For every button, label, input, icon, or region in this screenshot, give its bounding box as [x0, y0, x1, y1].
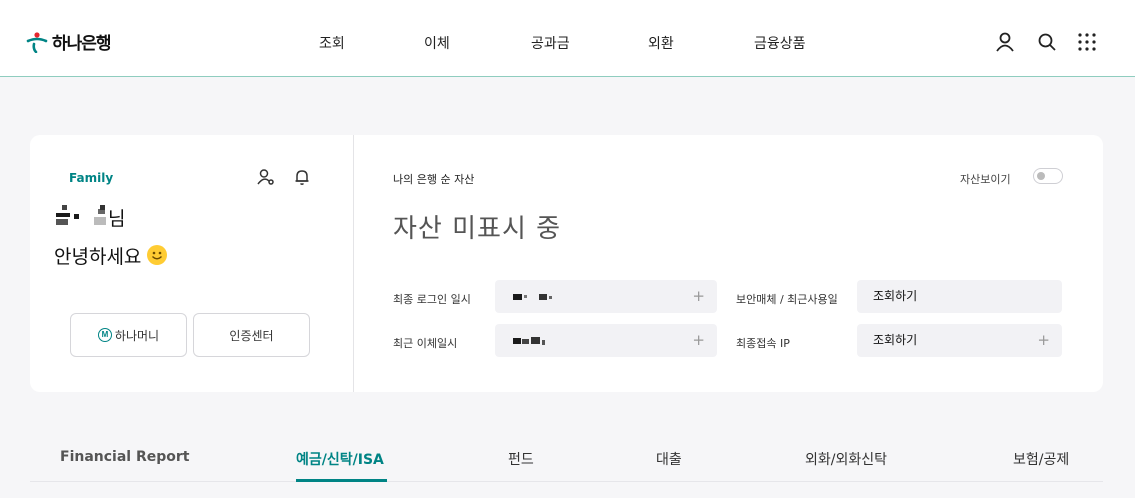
show-assets-toggle[interactable]: [1033, 168, 1063, 184]
security-media-inquiry[interactable]: 조회하기: [873, 289, 917, 303]
main-nav: 조회 이체 공과금 외환 금융상품: [0, 33, 1135, 53]
top-navigation-bar: 하나은행 조회 이체 공과금 외환 금융상품: [0, 0, 1135, 77]
net-asset-value: 자산 미표시 중: [393, 214, 562, 244]
greeting-text: 안녕하세요: [54, 242, 168, 269]
account-summary-card: Family 님 안녕하세요 M 하나머니 인증센터 나의 은행 순 자산 자산…: [30, 135, 1103, 392]
nav-item-products[interactable]: 금융상품: [754, 33, 806, 53]
tab-financial-report[interactable]: Financial Report: [60, 449, 189, 465]
last-transfer-expand-button[interactable]: +: [692, 324, 705, 357]
security-media-label: 보안매체 / 최근사용일: [736, 293, 838, 306]
user-icon[interactable]: [994, 31, 1016, 53]
search-icon[interactable]: [1036, 31, 1058, 53]
last-login-expand-button[interactable]: +: [692, 280, 705, 313]
user-settings-icon[interactable]: [257, 168, 275, 186]
net-asset-label: 나의 은행 순 자산: [393, 173, 475, 186]
last-login-field: +: [495, 280, 717, 313]
cert-center-button[interactable]: 인증센터: [193, 313, 310, 357]
tab-foreign-currency[interactable]: 외화/외화신탁: [805, 449, 887, 469]
cert-center-label: 인증센터: [229, 328, 274, 343]
nav-item-utility[interactable]: 공과금: [531, 33, 570, 53]
last-transfer-label: 최근 이체일시: [393, 337, 458, 350]
grid-menu-icon[interactable]: [1076, 31, 1098, 53]
security-media-field[interactable]: 조회하기: [857, 280, 1062, 313]
greeting-label: 안녕하세요: [54, 246, 142, 268]
last-ip-label: 최종접속 IP: [736, 337, 790, 350]
show-assets-label: 자산보이기: [960, 173, 1011, 186]
nav-item-inquiry[interactable]: 조회: [319, 33, 345, 53]
masked-customer-name: 님: [54, 205, 174, 230]
product-tabs: Financial Report 예금/신탁/ISA 펀드 대출 외화/외화신탁…: [0, 430, 1135, 482]
hana-money-label: 하나머니: [114, 328, 160, 343]
active-tab-indicator: [296, 479, 387, 482]
last-transfer-masked-value: [511, 336, 571, 346]
last-ip-field[interactable]: 조회하기 +: [857, 324, 1062, 357]
tab-fund[interactable]: 펀드: [508, 449, 534, 469]
last-login-label: 최종 로그인 일시: [393, 293, 471, 306]
nav-item-foreign-exchange[interactable]: 외환: [648, 33, 674, 53]
bell-icon[interactable]: [293, 168, 311, 186]
tabs-baseline: [30, 481, 1103, 482]
last-transfer-field: +: [495, 324, 717, 357]
hana-money-icon: M: [97, 328, 112, 342]
tab-loan[interactable]: 대출: [656, 449, 682, 469]
hana-money-button[interactable]: M 하나머니: [70, 313, 187, 357]
card-divider: [353, 135, 354, 392]
tab-insurance[interactable]: 보험/공제: [1013, 449, 1069, 469]
nav-item-transfer[interactable]: 이체: [424, 33, 450, 53]
last-login-masked-value: [511, 292, 571, 302]
customer-name-suffix: 님: [108, 208, 126, 230]
smile-emoji-icon: [147, 245, 168, 265]
last-ip-expand-button[interactable]: +: [1037, 324, 1050, 357]
tab-deposit-trust-isa[interactable]: 예금/신탁/ISA: [296, 449, 384, 469]
member-grade: Family: [69, 171, 114, 185]
last-ip-inquiry[interactable]: 조회하기: [873, 333, 917, 347]
